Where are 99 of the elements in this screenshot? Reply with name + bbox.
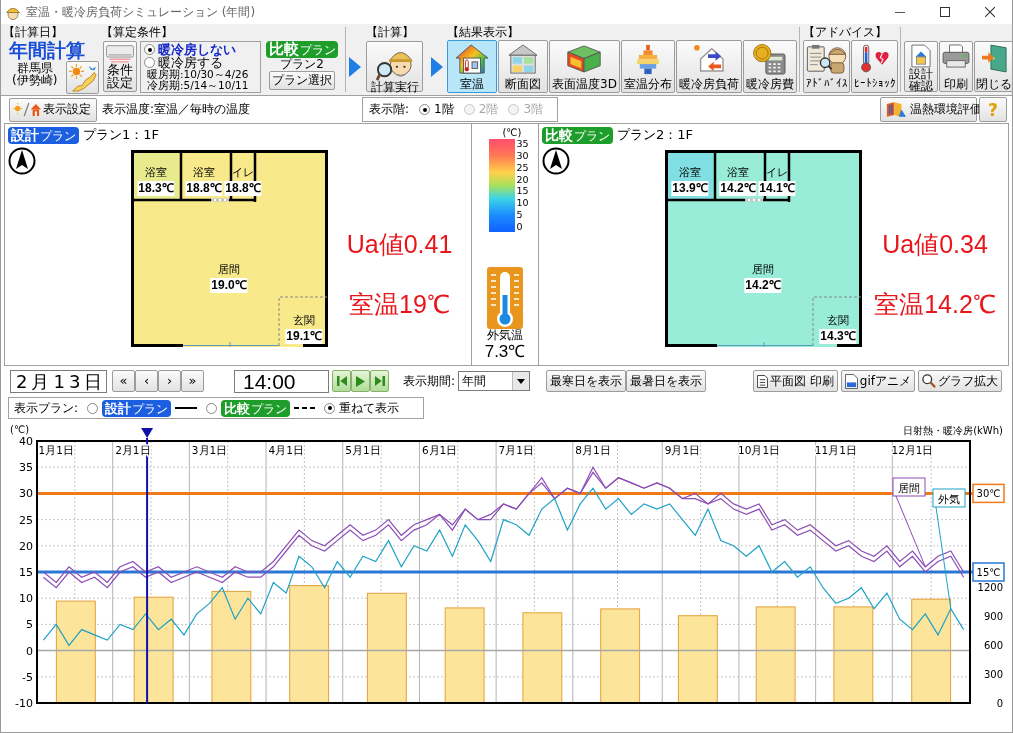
plan-badge: 設計プラン <box>8 126 79 144</box>
prefecture-name: 群馬県 <box>16 62 53 74</box>
room-temperature-result: 室温19℃ <box>349 289 450 319</box>
ua-value: Ua値0.34 <box>882 229 988 259</box>
axis-tick-label: 10 <box>19 592 33 606</box>
room-temperature: 14.3℃ <box>819 329 857 344</box>
window-title: 室温・暖冷房負荷シミュレーション (年間) <box>26 3 256 21</box>
ref-line-label: 30℃ <box>976 488 1001 500</box>
axis-tick-label: 6月1日 <box>421 444 458 456</box>
axis-tick-label: 1200 <box>977 581 1003 593</box>
scale-tick-label: 0 <box>516 221 524 232</box>
plan-title: プラン1：1F <box>83 126 160 144</box>
axis-tick-label: 10月1日 <box>738 444 781 456</box>
axis-tick-label: 300 <box>983 668 1003 680</box>
plan-view-option-label: 重ねて表示 <box>339 399 400 417</box>
scale-tick-label: 15 <box>516 186 530 197</box>
display-temperature-text: 表示温度:室温／毎時の温度 <box>102 101 251 118</box>
room-name: 浴室 <box>193 166 215 179</box>
period-text: 冷房期:5/14～10/11 <box>146 80 250 91</box>
axis-tick-label: 12月1日 <box>891 444 934 456</box>
axis-tick-label: -5 <box>22 670 33 684</box>
axis-tick-label: 3月1日 <box>191 444 228 456</box>
room-name: イレ <box>766 166 788 179</box>
axis-tick-label: 20 <box>19 539 33 553</box>
group-heading: 【算定条件】 <box>101 26 174 39</box>
room-name: 浴室 <box>145 166 167 179</box>
axis-tick-label: 30 <box>19 487 33 501</box>
floor-option-label: 2階 <box>478 101 499 118</box>
room-temperature-result: 室温14.2℃ <box>874 289 996 319</box>
calc-mode: 年間計算 <box>8 39 86 61</box>
room-temperature: 13.9℃ <box>671 181 709 196</box>
axis-tick-label: 9月1日 <box>664 444 701 456</box>
group-heading: 【計算日】 <box>3 26 64 39</box>
room-name: イレ <box>232 166 254 179</box>
axis-tick-label: 8月1日 <box>575 444 611 456</box>
series-label: 居間 <box>892 477 926 497</box>
axis-tick-label: 40 <box>19 435 33 448</box>
plan-title: プラン2：1F <box>617 126 694 144</box>
scale-tick-label: 35 <box>516 139 530 149</box>
room-temperature: 18.8℃ <box>185 181 223 196</box>
scale-tick-label: 20 <box>516 174 530 185</box>
axis-tick-label: 7月1日 <box>498 444 534 456</box>
floor-label: 表示階: <box>369 101 410 118</box>
axis-title: (℃) <box>10 424 30 435</box>
room-temperature: 14.2℃ <box>719 181 757 196</box>
group-heading: 【アドバイス】 <box>803 26 888 39</box>
group-heading: 【結果表示】 <box>447 26 520 39</box>
room-name: 玄関 <box>293 314 315 327</box>
axis-tick-label: 11月1日 <box>814 444 857 456</box>
room-temperature: 18.3℃ <box>137 181 175 196</box>
plan-badge: 比較プラン <box>221 399 291 417</box>
axis-tick-label: 15 <box>19 566 33 579</box>
ua-value: Ua値0.41 <box>346 229 453 259</box>
room-temperature: 18.8℃ <box>224 181 262 196</box>
series-label: 外気 <box>932 488 966 508</box>
scale-tick-label: 5 <box>516 210 524 221</box>
axis-tick-label: 0 <box>26 644 33 658</box>
option-label: 暖冷房しない <box>158 43 236 56</box>
room-name: 居間 <box>218 263 240 276</box>
plan-name: プラン2 <box>280 58 324 71</box>
axis-tick-label: 5 <box>26 618 33 632</box>
plan-badge: 比較プラン <box>266 41 338 58</box>
room-temperature: 19.0℃ <box>210 278 248 293</box>
floor-option-label: 1階 <box>434 101 454 118</box>
ref-line-label: 15℃ <box>976 567 1001 578</box>
axis-title: 日射熱・暖冷房(kWh) <box>903 425 1003 436</box>
option-label: 暖冷房する <box>158 56 223 69</box>
room-temperature: 19.1℃ <box>285 329 323 344</box>
axis-tick-label: 0 <box>996 698 1003 709</box>
plan-badge: 比較プラン <box>542 126 613 144</box>
outdoor-temperature: 7.3℃ <box>484 342 526 361</box>
plan-badge: 設計プラン <box>102 399 172 417</box>
outdoor-label: 外気温 <box>487 329 523 342</box>
floor-option-label: 3階 <box>523 101 543 118</box>
axis-tick-label: 900 <box>983 610 1003 622</box>
period-label: 表示期間: <box>403 372 456 390</box>
room-name: 浴室 <box>727 166 749 179</box>
room-name: 玄関 <box>827 314 849 327</box>
room-temperature: 14.1℃ <box>758 181 796 196</box>
scale-tick-label: 10 <box>516 198 530 209</box>
period-text: 暖房期:10/30～4/26 <box>146 69 250 80</box>
axis-tick-label: 25 <box>19 513 33 527</box>
room-name: 居間 <box>752 263 774 276</box>
axis-tick-label: -10 <box>15 697 33 710</box>
city-name: (伊勢崎) <box>11 74 58 86</box>
axis-tick-label: 600 <box>983 639 1003 651</box>
reference-line-label: 15℃ <box>972 562 1005 582</box>
reference-line-label: 30℃ <box>972 483 1005 504</box>
plan-view-label: 表示プラン: <box>14 399 79 417</box>
room-temperature: 14.2℃ <box>744 278 782 293</box>
group-heading: 【計算】 <box>366 26 415 39</box>
axis-tick-label: 35 <box>19 461 33 475</box>
scale-unit: (℃) <box>502 127 522 139</box>
scale-tick-label: 30 <box>516 150 530 161</box>
axis-tick-label: 4月1日 <box>268 444 304 456</box>
axis-tick-label: 5月1日 <box>345 444 381 456</box>
room-name: 浴室 <box>679 166 701 179</box>
scale-tick-label: 25 <box>516 162 530 173</box>
axis-tick-label: 1月1日 <box>38 444 74 456</box>
